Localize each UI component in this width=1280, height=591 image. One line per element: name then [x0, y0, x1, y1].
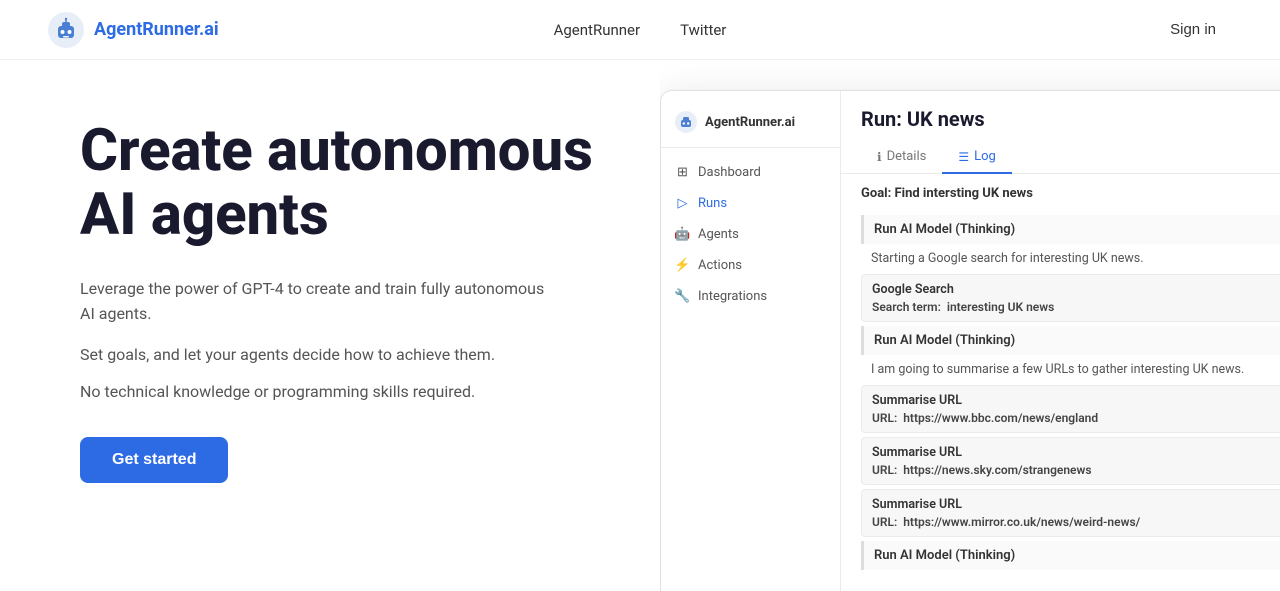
app-main: Run: UK news ℹ Details ☰ Log	[841, 91, 1280, 591]
list-icon: ☰	[958, 150, 969, 164]
sidebar-item-agents[interactable]: 🤖 Agents	[661, 220, 840, 249]
app-sidebar: AgentRunner.ai ⊞ Dashboard ▷ Runs 🤖 Agen…	[661, 91, 841, 591]
log-sub-2-3-body: URL: https://www.mirror.co.uk/news/weird…	[872, 515, 1280, 529]
log-sub-2-2-title: Summarise URL	[872, 445, 1280, 460]
sidebar-label-runs: Runs	[698, 196, 727, 211]
log-sub-1-1-field-label: Search term:	[872, 300, 941, 314]
run-log: Goal: Find intersting UK news Run AI Mod…	[841, 174, 1280, 591]
grid-icon: ⊞	[675, 165, 690, 180]
hero-section: Create autonomous AI agents Leverage the…	[0, 60, 660, 523]
sidebar-brand: AgentRunner.ai	[661, 105, 840, 148]
tab-details[interactable]: ℹ Details	[861, 141, 942, 174]
goal-value: Find intersting UK news	[895, 186, 1033, 201]
run-tabs: ℹ Details ☰ Log	[861, 141, 1280, 173]
log-sub-2-1-field-value: https://www.bbc.com/news/england	[903, 411, 1098, 425]
sidebar-item-integrations[interactable]: 🔧 Integrations	[661, 282, 840, 311]
main-content: Create autonomous AI agents Leverage the…	[0, 60, 1280, 591]
sidebar-item-actions[interactable]: ⚡ Actions	[661, 251, 840, 280]
lightning-icon: ⚡	[675, 258, 690, 273]
log-entry-2: Run AI Model (Thinking) I am going to su…	[861, 326, 1280, 537]
app-content-header: Run: UK news ℹ Details ☰ Log	[841, 91, 1280, 174]
log-sub-2-2-body: URL: https://news.sky.com/strangenews	[872, 463, 1280, 477]
app-window: AgentRunner.ai ⊞ Dashboard ▷ Runs 🤖 Agen…	[660, 90, 1280, 591]
puzzle-icon: 🔧	[675, 289, 690, 304]
log-sub-2-1-field-label: URL:	[872, 411, 897, 425]
goal-label: Goal:	[861, 186, 891, 201]
log-sub-2-3-title: Summarise URL	[872, 497, 1280, 512]
tab-log[interactable]: ☰ Log	[942, 141, 1011, 174]
sidebar-logo-icon	[675, 111, 697, 133]
sidebar-item-dashboard[interactable]: ⊞ Dashboard	[661, 158, 840, 187]
sidebar-label-dashboard: Dashboard	[698, 165, 761, 180]
agent-icon: 🤖	[675, 227, 690, 242]
goal-line: Goal: Find intersting UK news	[861, 186, 1280, 201]
log-sub-2-1-body: URL: https://www.bbc.com/news/england	[872, 411, 1280, 425]
log-sub-2-3-field-value: https://www.mirror.co.uk/news/weird-news…	[903, 515, 1140, 529]
log-sub-2-2: Summarise URL URL: https://news.sky.com/…	[861, 437, 1280, 485]
hero-subtitle: Leverage the power of GPT-4 to create an…	[80, 276, 560, 327]
sign-in-button[interactable]: Sign in	[1154, 13, 1232, 46]
run-title: Run: UK news	[861, 107, 1280, 131]
get-started-button[interactable]: Get started	[80, 437, 228, 483]
navbar: AgentRunner.ai AgentRunner Twitter Sign …	[0, 0, 1280, 60]
log-sub-1-1-title: Google Search	[872, 282, 1280, 297]
log-sub-2-1: Summarise URL URL: https://www.bbc.com/n…	[861, 385, 1280, 433]
log-sub-2-3: Summarise URL URL: https://www.mirror.co…	[861, 489, 1280, 537]
sidebar-label-actions: Actions	[698, 258, 742, 273]
log-entry-3: Run AI Model (Thinking)	[861, 541, 1280, 570]
log-sub-2-2-field-label: URL:	[872, 463, 897, 477]
log-entry-1: Run AI Model (Thinking) Starting a Googl…	[861, 215, 1280, 322]
sidebar-label-agents: Agents	[698, 227, 739, 242]
log-entry-1-header: Run AI Model (Thinking)	[861, 215, 1280, 244]
log-entry-1-body: Starting a Google search for interesting…	[861, 246, 1280, 274]
log-sub-2-2-field-value: https://news.sky.com/strangenews	[903, 463, 1091, 477]
play-icon: ▷	[675, 196, 690, 211]
log-sub-1-1: Google Search Search term: interesting U…	[861, 274, 1280, 322]
log-sub-1-1-body: Search term: interesting UK news	[872, 300, 1280, 314]
hero-title: Create autonomous AI agents	[80, 120, 612, 248]
nav-link-twitter[interactable]: Twitter	[680, 21, 726, 39]
app-preview: AgentRunner.ai ⊞ Dashboard ▷ Runs 🤖 Agen…	[660, 60, 1280, 591]
navbar-brand-area: AgentRunner.ai	[48, 12, 219, 48]
hero-point-2: No technical knowledge or programming sk…	[80, 382, 612, 401]
sidebar-item-runs[interactable]: ▷ Runs	[661, 189, 840, 218]
hero-point-1: Set goals, and let your agents decide ho…	[80, 345, 612, 364]
nav-link-agentrunner[interactable]: AgentRunner	[554, 21, 640, 39]
navbar-links: AgentRunner Twitter	[554, 21, 727, 39]
tab-log-label: Log	[974, 149, 996, 164]
log-entry-3-header: Run AI Model (Thinking)	[861, 541, 1280, 570]
log-sub-2-1-title: Summarise URL	[872, 393, 1280, 408]
tab-details-label: Details	[887, 149, 927, 164]
log-sub-1-1-field-value: interesting UK news	[947, 300, 1054, 314]
brand-name[interactable]: AgentRunner.ai	[94, 19, 219, 40]
log-entry-2-body: I am going to summarise a few URLs to ga…	[861, 357, 1280, 385]
info-icon: ℹ	[877, 150, 882, 164]
logo-icon	[48, 12, 84, 48]
log-sub-2-3-field-label: URL:	[872, 515, 897, 529]
sidebar-label-integrations: Integrations	[698, 289, 767, 304]
sidebar-brand-label: AgentRunner.ai	[705, 115, 795, 130]
log-entry-2-header: Run AI Model (Thinking)	[861, 326, 1280, 355]
navbar-right: Sign in	[1154, 13, 1232, 46]
